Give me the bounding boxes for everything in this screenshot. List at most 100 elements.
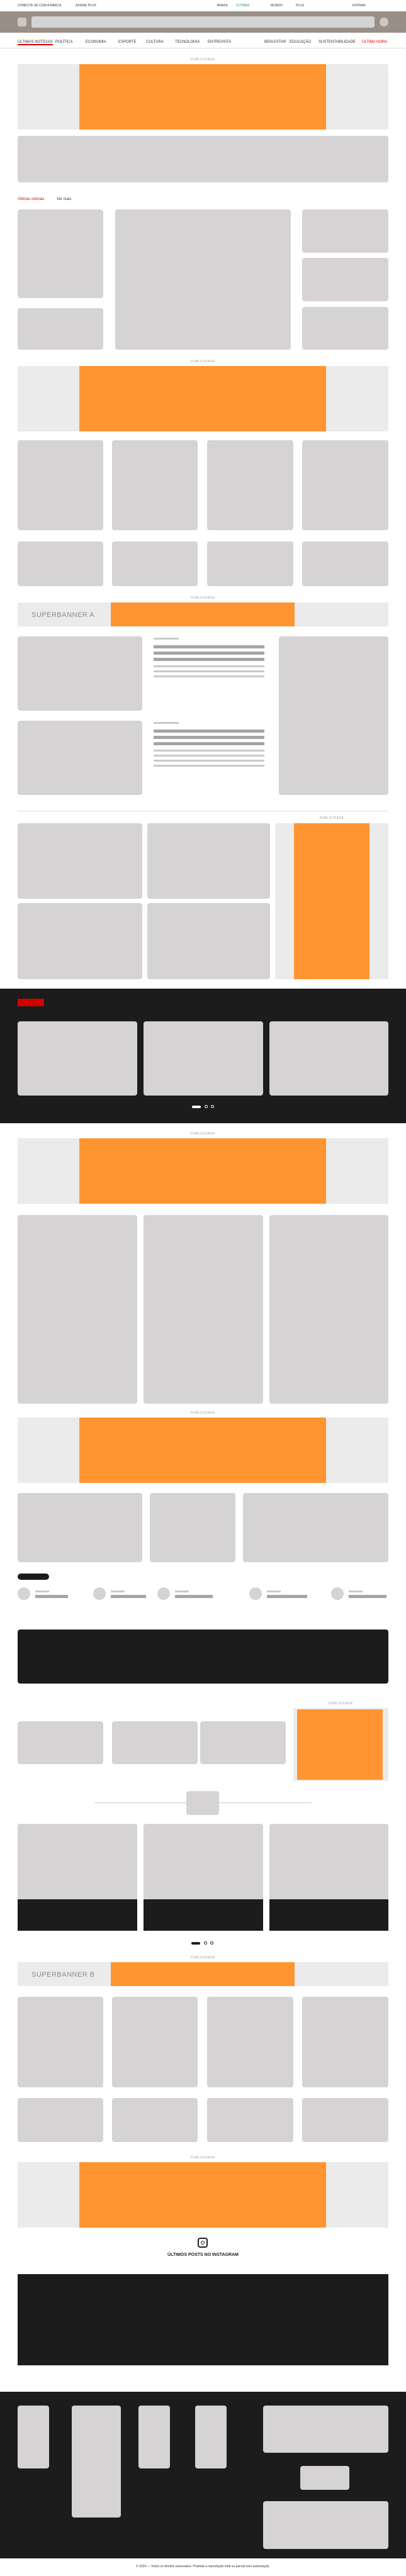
ad-creative[interactable] bbox=[79, 1418, 326, 1483]
news-card[interactable] bbox=[269, 1215, 388, 1404]
news-card[interactable] bbox=[207, 440, 293, 530]
text-line[interactable] bbox=[154, 730, 264, 733]
carousel-card[interactable] bbox=[269, 1021, 388, 1096]
carousel-dot-active[interactable] bbox=[192, 1106, 201, 1108]
section-pill[interactable] bbox=[18, 1574, 49, 1580]
news-card[interactable] bbox=[18, 1215, 137, 1404]
news-card[interactable] bbox=[112, 1721, 198, 1764]
ad-creative[interactable] bbox=[79, 1138, 326, 1204]
news-card[interactable] bbox=[18, 636, 142, 711]
ad-creative[interactable] bbox=[79, 64, 326, 130]
top-bar-subscribe[interactable]: ASSINE PLUS bbox=[76, 4, 96, 8]
footer-link-block[interactable] bbox=[138, 2406, 170, 2468]
carousel-dot[interactable] bbox=[204, 1941, 207, 1945]
top-bar-item-1[interactable]: BRASIL bbox=[217, 4, 228, 8]
nav-item-7[interactable]: ENTREVISTA bbox=[208, 40, 231, 44]
nav-item-6[interactable]: TECNOLOGIA bbox=[175, 40, 200, 44]
news-card[interactable] bbox=[147, 823, 270, 899]
nav-item-3[interactable]: ECONOMIA bbox=[86, 40, 106, 44]
footer-app-badges[interactable] bbox=[263, 2501, 388, 2549]
news-card[interactable] bbox=[302, 1997, 388, 2087]
video-card-caption[interactable] bbox=[18, 1899, 137, 1931]
footer-logo[interactable] bbox=[18, 2406, 49, 2468]
ad-banner-1[interactable] bbox=[18, 64, 388, 130]
ad-banner-3[interactable] bbox=[18, 1138, 388, 1204]
text-line[interactable] bbox=[154, 742, 264, 745]
author-title[interactable] bbox=[35, 1595, 68, 1598]
ad-banner-5[interactable] bbox=[18, 2162, 388, 2228]
carousel-card[interactable] bbox=[144, 1021, 263, 1096]
news-card[interactable] bbox=[150, 1493, 235, 1562]
wide-placeholder[interactable] bbox=[18, 136, 388, 182]
news-card[interactable] bbox=[112, 440, 198, 530]
news-card[interactable] bbox=[18, 1997, 103, 2087]
author-avatar[interactable] bbox=[18, 1587, 30, 1600]
nav-item-11[interactable]: ÚLTIMA HORA bbox=[362, 40, 387, 44]
video-card[interactable] bbox=[269, 1824, 388, 1901]
carousel-dot[interactable] bbox=[211, 1105, 214, 1108]
news-card[interactable] bbox=[112, 541, 198, 586]
news-card[interactable] bbox=[144, 1215, 263, 1404]
news-card[interactable] bbox=[302, 2098, 388, 2142]
news-card[interactable] bbox=[18, 1493, 142, 1562]
news-card[interactable] bbox=[18, 721, 142, 795]
ad-box[interactable] bbox=[293, 1708, 388, 1781]
news-card[interactable] bbox=[207, 2098, 293, 2142]
nav-item-10[interactable]: SUSTENTABILIDADE bbox=[319, 40, 356, 44]
ad-creative[interactable] bbox=[111, 1962, 295, 1986]
news-card[interactable] bbox=[207, 541, 293, 586]
top-bar-item-2[interactable]: MUNDO bbox=[271, 4, 283, 8]
video-card-caption[interactable] bbox=[144, 1899, 263, 1931]
top-bar-item-4[interactable]: ENTRAR bbox=[352, 4, 366, 8]
author-avatar[interactable] bbox=[93, 1587, 106, 1600]
news-card[interactable] bbox=[112, 2098, 198, 2142]
news-card[interactable] bbox=[302, 258, 388, 301]
news-card[interactable] bbox=[207, 1997, 293, 2087]
ad-creative[interactable] bbox=[79, 366, 326, 431]
news-card[interactable] bbox=[18, 440, 103, 530]
author-name[interactable] bbox=[349, 1591, 363, 1592]
featured-news-card[interactable] bbox=[115, 209, 291, 350]
nav-item-1[interactable]: ÚLTIMAS NOTÍCIAS bbox=[18, 40, 53, 45]
author-name[interactable] bbox=[175, 1591, 189, 1592]
video-card[interactable] bbox=[18, 1824, 137, 1901]
text-line[interactable] bbox=[154, 645, 264, 648]
ad-banner-2[interactable] bbox=[18, 366, 388, 431]
ad-skyscraper[interactable] bbox=[275, 823, 388, 979]
nav-item-9[interactable]: EDUCAÇÃO bbox=[290, 40, 311, 44]
author-title[interactable] bbox=[111, 1595, 146, 1598]
search-icon[interactable] bbox=[380, 18, 388, 26]
ad-creative[interactable] bbox=[111, 602, 295, 626]
ad-creative[interactable] bbox=[294, 823, 369, 979]
section-badge[interactable] bbox=[186, 1791, 219, 1815]
superbanner-b[interactable]: SUPERBANNER B bbox=[18, 1962, 388, 1986]
video-card-caption[interactable] bbox=[269, 1899, 388, 1931]
instagram-icon[interactable] bbox=[198, 2238, 208, 2248]
ad-creative[interactable] bbox=[297, 1709, 383, 1780]
site-logo[interactable] bbox=[31, 16, 375, 28]
nav-item-4[interactable]: ESPORTE bbox=[118, 40, 137, 44]
carousel-card[interactable] bbox=[18, 1021, 137, 1096]
news-card[interactable] bbox=[18, 903, 142, 979]
text-line[interactable] bbox=[154, 658, 264, 661]
top-bar-highlight[interactable]: ÚLTIMAS bbox=[236, 4, 249, 8]
author-name[interactable] bbox=[35, 1591, 49, 1592]
footer-logo-large[interactable] bbox=[72, 2406, 121, 2518]
footer-link-block[interactable] bbox=[195, 2406, 227, 2468]
author-avatar[interactable] bbox=[249, 1587, 262, 1600]
section-more-link[interactable]: Ver mais bbox=[57, 197, 71, 201]
news-card[interactable] bbox=[302, 541, 388, 586]
author-avatar[interactable] bbox=[331, 1587, 344, 1600]
top-bar-label[interactable]: CONECTE-SE COM A MARCA bbox=[18, 4, 61, 8]
news-card[interactable] bbox=[302, 307, 388, 350]
author-name[interactable] bbox=[267, 1591, 281, 1592]
author-title[interactable] bbox=[267, 1595, 307, 1598]
ad-banner-4[interactable] bbox=[18, 1418, 388, 1483]
superbanner-a[interactable]: SUPERBANNER A bbox=[18, 602, 388, 626]
news-card[interactable] bbox=[302, 209, 388, 253]
news-card[interactable] bbox=[200, 1721, 286, 1764]
section-brand-tag[interactable] bbox=[18, 999, 44, 1006]
text-line[interactable] bbox=[154, 736, 264, 739]
carousel-dot[interactable] bbox=[205, 1105, 208, 1108]
carousel-dot-active[interactable] bbox=[191, 1942, 200, 1945]
